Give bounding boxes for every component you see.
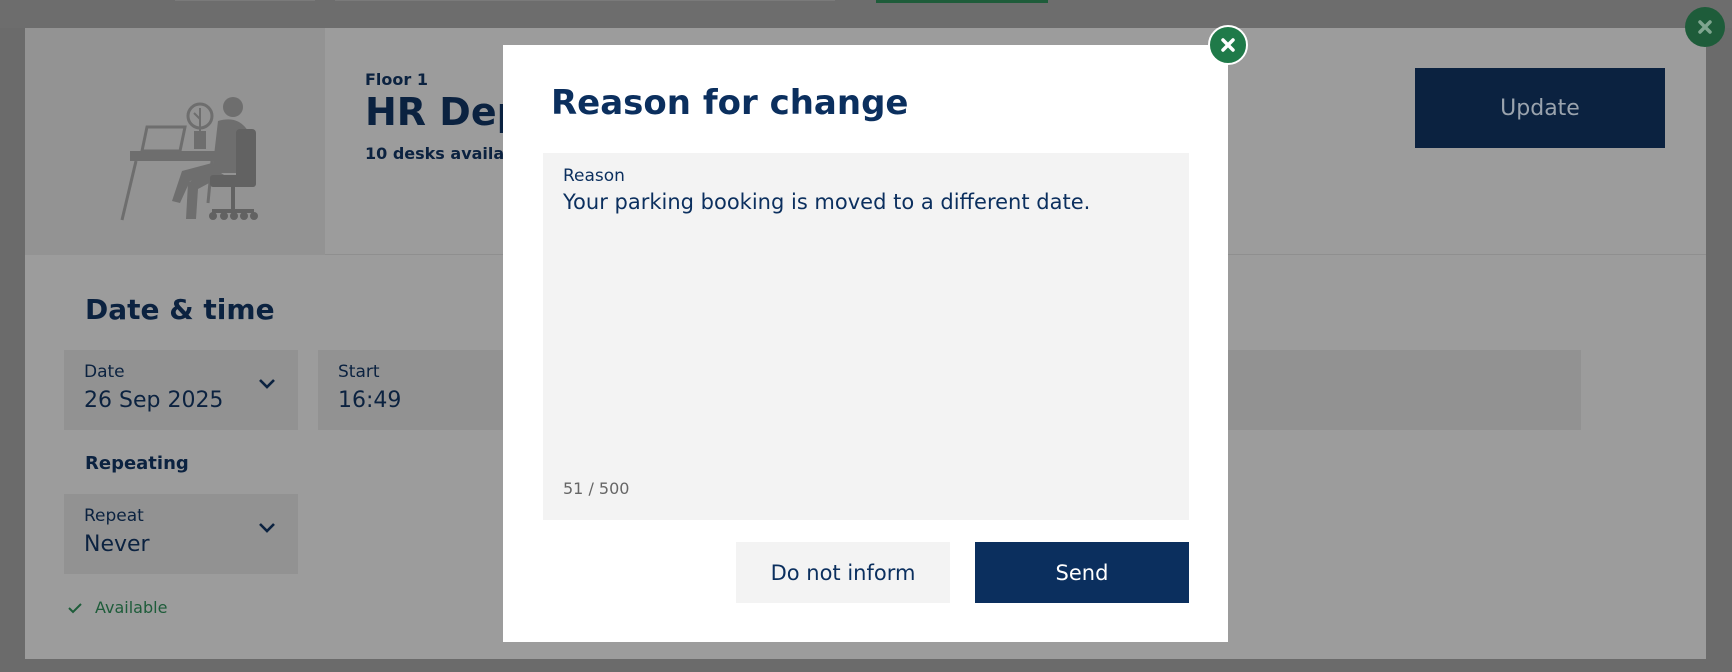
- floor-label: Floor 1: [365, 70, 428, 89]
- character-counter: 51 / 500: [563, 479, 630, 498]
- start-label: Start: [338, 362, 380, 382]
- chevron-down-icon: [259, 523, 275, 533]
- availability-status: Available: [67, 598, 167, 617]
- available-label: Available: [95, 598, 168, 617]
- close-icon: [1221, 38, 1235, 52]
- reason-label: Reason: [563, 166, 625, 186]
- chevron-down-icon: [259, 379, 275, 389]
- update-button[interactable]: Update: [1415, 68, 1665, 148]
- repeat-label: Repeat: [84, 506, 144, 526]
- top-strip: [0, 0, 1732, 28]
- start-value: 16:49: [338, 388, 402, 413]
- date-select[interactable]: Date 26 Sep 2025: [64, 350, 298, 430]
- room-title: HR Dep: [365, 90, 524, 134]
- repeat-value: Never: [84, 532, 150, 557]
- dialog-close-button[interactable]: [1208, 25, 1248, 65]
- top-strip-segment: [175, 0, 315, 1]
- dialog-title: Reason for change: [551, 83, 909, 123]
- reason-dialog: Reason for change Reason Your parking bo…: [503, 45, 1228, 642]
- date-label: Date: [84, 362, 125, 382]
- do-not-inform-button[interactable]: Do not inform: [736, 542, 950, 603]
- repeat-select[interactable]: Repeat Never: [64, 494, 298, 574]
- top-strip-segment: [335, 0, 835, 1]
- desk-worker-illustration: [120, 97, 258, 221]
- check-icon: [68, 602, 82, 613]
- reason-text[interactable]: Your parking booking is moved to a diffe…: [563, 190, 1169, 214]
- close-icon: [1698, 20, 1712, 34]
- panel-close-button[interactable]: [1685, 7, 1725, 47]
- reason-textarea[interactable]: Reason Your parking booking is moved to …: [543, 153, 1189, 520]
- section-title: Date & time: [85, 293, 275, 326]
- illustration-box: [25, 28, 325, 255]
- send-button[interactable]: Send: [975, 542, 1189, 603]
- active-tab-indicator: [876, 0, 1048, 3]
- desks-available: 10 desks availab: [365, 144, 516, 163]
- repeating-label: Repeating: [85, 453, 189, 474]
- date-value: 26 Sep 2025: [84, 388, 224, 413]
